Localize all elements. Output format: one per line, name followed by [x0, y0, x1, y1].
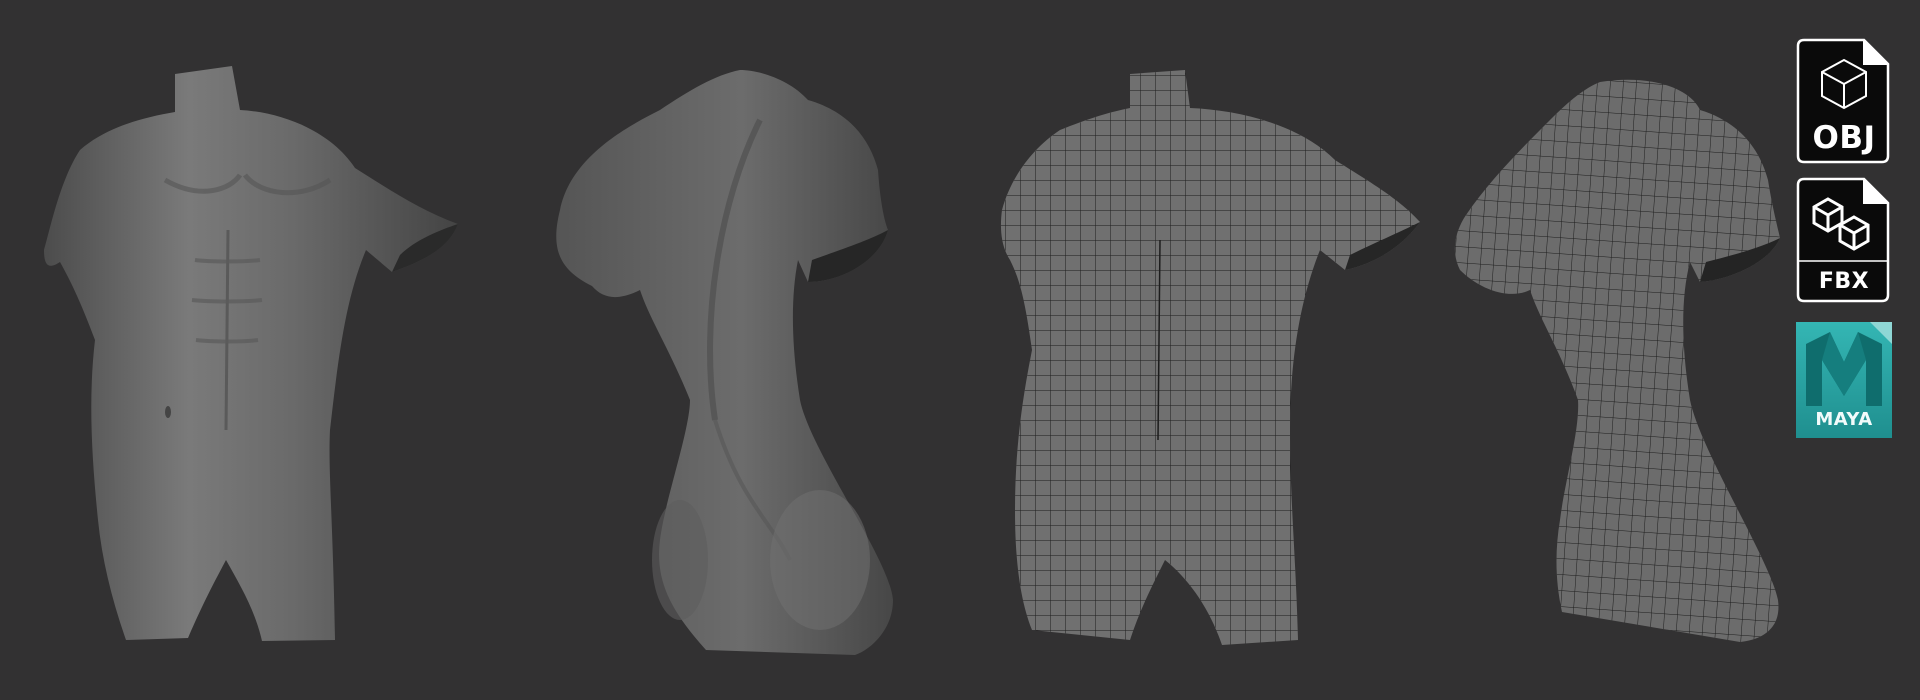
back-smooth-torso: [556, 70, 893, 655]
back-wireframe-torso: [1454, 79, 1780, 642]
viewport: [0, 0, 1920, 700]
front-wireframe-torso: [1000, 70, 1420, 645]
fbx-format-badge: FBX: [1796, 177, 1892, 303]
fbx-label: FBX: [1818, 269, 1870, 294]
torso-renders: [44, 66, 1780, 655]
maya-label: MAYA: [1815, 409, 1873, 430]
obj-format-badge: OBJ: [1796, 38, 1892, 164]
obj-label: OBJ: [1812, 120, 1876, 156]
front-smooth-torso: [44, 66, 458, 641]
maya-format-badge: MAYA: [1796, 322, 1892, 438]
